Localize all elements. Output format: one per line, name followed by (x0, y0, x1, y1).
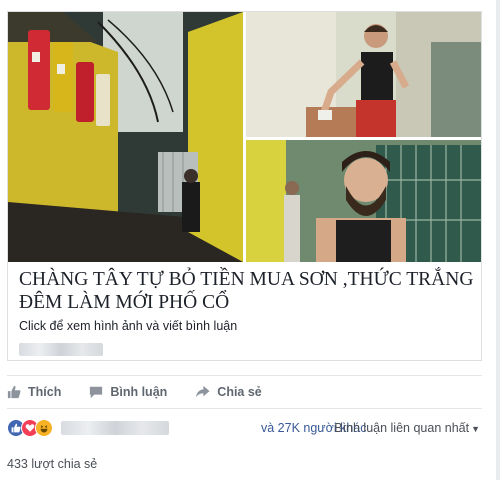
share-label: Chia sẻ (217, 385, 262, 399)
alley-photo[interactable] (8, 12, 243, 262)
preview-subtext: Click để xem hình ảnh và viết bình luận (19, 319, 238, 333)
action-bar: Thích Bình luận Chia sẻ (7, 378, 274, 406)
like-label: Thích (28, 385, 62, 399)
blurred-reactor-names (61, 421, 169, 435)
divider (7, 375, 482, 376)
blurred-domain (19, 343, 103, 356)
haha-icon (35, 419, 53, 437)
comment-icon (90, 386, 103, 399)
comment-label: Bình luận (110, 385, 168, 399)
share-button[interactable]: Chia sẻ (195, 378, 273, 406)
divider (7, 408, 482, 409)
facebook-post: CHÀNG TÂY TỰ BỎ TIỀN MUA SƠN ,THỨC TRẮNG… (0, 0, 496, 480)
preview-headline[interactable]: CHÀNG TÂY TỰ BỎ TIỀN MUA SƠN ,THỨC TRẮNG… (19, 268, 474, 314)
share-icon (196, 385, 210, 398)
like-button[interactable]: Thích (7, 378, 73, 406)
thumbs-up-icon (7, 385, 21, 399)
bearded-man-portrait-photo[interactable] (246, 140, 481, 262)
comment-button[interactable]: Bình luận (89, 378, 179, 406)
comment-sort-dropdown[interactable]: Bình luận liên quan nhất ▼ (334, 421, 480, 435)
man-painting-wall-photo[interactable] (246, 12, 481, 137)
caret-down-icon: ▼ (471, 424, 480, 434)
preview-photo-collage[interactable] (8, 12, 481, 262)
reaction-summary[interactable]: và 27K người khác (7, 417, 367, 439)
share-count[interactable]: 433 lượt chia sẻ (7, 457, 97, 471)
link-preview-card[interactable]: CHÀNG TÂY TỰ BỎ TIỀN MUA SƠN ,THỨC TRẮNG… (7, 11, 482, 361)
comment-sort-label: Bình luận liên quan nhất (334, 421, 470, 435)
